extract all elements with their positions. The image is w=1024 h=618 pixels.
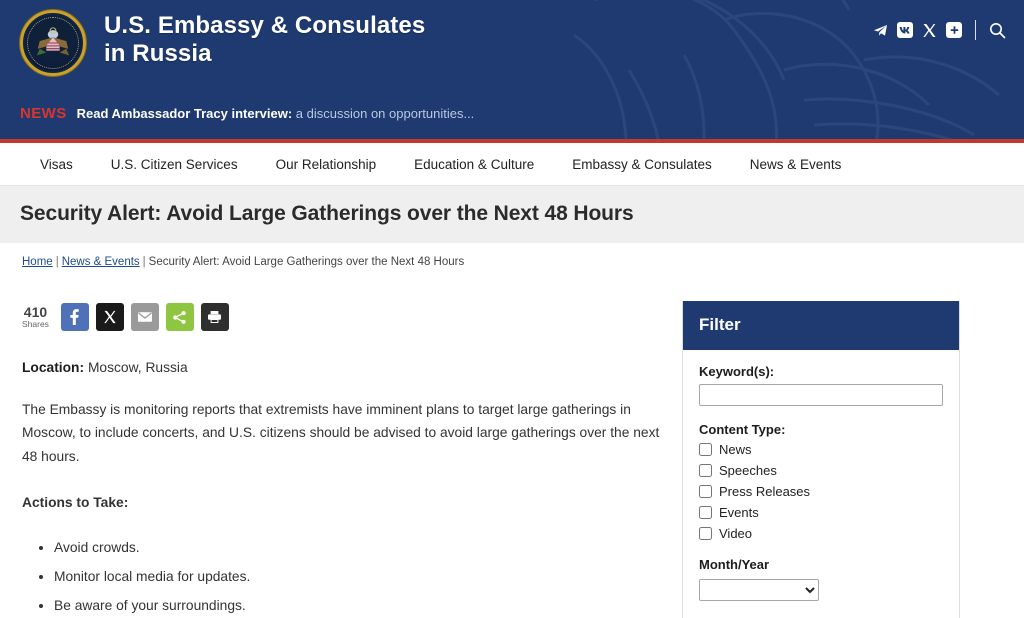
share-counter: 410 Shares xyxy=(22,305,49,329)
social-links xyxy=(873,20,1006,40)
content-type-label: Content Type: xyxy=(699,422,786,437)
breadcrumb-current: Security Alert: Avoid Large Gatherings o… xyxy=(148,256,465,268)
vk-icon[interactable] xyxy=(897,22,913,38)
keyword-label: Keyword(s): xyxy=(699,364,775,379)
checkbox-news-label: News xyxy=(719,442,752,457)
content-area: 410 Shares Location: Moscow, Russia The … xyxy=(0,268,1024,618)
article-location: Location: Moscow, Russia xyxy=(22,356,662,380)
nav-item-embassy-consulates[interactable]: Embassy & Consulates xyxy=(572,157,712,172)
news-tag-label: NEWS xyxy=(20,105,67,122)
actions-heading: Actions to Take: xyxy=(22,494,129,510)
checkbox-press-releases-label: Press Releases xyxy=(719,484,811,499)
article-body-paragraph: The Embassy is monitoring reports that e… xyxy=(22,401,660,465)
news-subtext: a discussion on opportunities... xyxy=(295,106,475,121)
location-value: Moscow, Russia xyxy=(87,360,188,375)
share-email-button[interactable] xyxy=(130,303,159,331)
checkbox-press-releases-input[interactable] xyxy=(699,485,712,498)
page-title: Security Alert: Avoid Large Gatherings o… xyxy=(20,202,634,225)
header-brand-area: U.S. Embassy & Consulates in Russia xyxy=(0,0,1024,76)
great-seal-icon xyxy=(20,10,86,76)
breadcrumb: Home | News & Events | Security Alert: Avoid… xyxy=(0,243,1024,268)
nav-item-our-relationship[interactable]: Our Relationship xyxy=(276,157,377,172)
month-year-select[interactable] xyxy=(699,579,819,601)
checkbox-events[interactable]: Events xyxy=(699,505,943,520)
checkbox-video[interactable]: Video xyxy=(699,526,943,541)
checkbox-speeches[interactable]: Speeches xyxy=(699,463,943,478)
article-column: 410 Shares Location: Moscow, Russia The … xyxy=(22,268,662,618)
checkbox-news-input[interactable] xyxy=(699,443,712,456)
location-label: Location: xyxy=(22,360,85,375)
breadcrumb-separator-2: | xyxy=(142,256,146,268)
checkbox-news[interactable]: News xyxy=(699,442,943,457)
nav-item-news-events[interactable]: News & Events xyxy=(750,157,842,172)
breadcrumb-section-link[interactable]: News & Events xyxy=(62,256,140,268)
checkbox-speeches-label: Speeches xyxy=(719,463,777,478)
sidebar-column: Filter Keyword(s): Content Type: News Sp… xyxy=(682,268,960,618)
filter-panel-body: Keyword(s): Content Type: News Speeches … xyxy=(683,350,959,618)
share-facebook-button[interactable] xyxy=(60,303,89,331)
page-title-band: Security Alert: Avoid Large Gatherings o… xyxy=(0,186,1024,243)
filter-panel-title: Filter xyxy=(683,301,959,350)
keyword-input[interactable] xyxy=(699,384,943,406)
nav-item-education-culture[interactable]: Education & Culture xyxy=(414,157,534,172)
checkbox-events-input[interactable] xyxy=(699,506,712,519)
main-navigation: Visas U.S. Citizen Services Our Relation… xyxy=(0,143,1024,186)
checkbox-events-label: Events xyxy=(719,505,759,520)
share-x-button[interactable] xyxy=(95,303,124,331)
list-item: Avoid crowds. xyxy=(54,537,662,559)
site-brand: U.S. Embassy & Consulates in Russia xyxy=(104,8,425,69)
share-bar: 410 Shares xyxy=(22,303,662,331)
list-item: Be aware of your surroundings. xyxy=(54,595,662,617)
checkbox-press-releases[interactable]: Press Releases xyxy=(699,484,943,499)
checkbox-video-input[interactable] xyxy=(699,527,712,540)
checkbox-video-label: Video xyxy=(719,526,753,541)
actions-list: Avoid crowds. Monitor local media for up… xyxy=(22,537,662,617)
header-divider xyxy=(975,20,976,40)
filter-panel: Filter Keyword(s): Content Type: News Sp… xyxy=(682,301,960,618)
search-icon[interactable] xyxy=(989,22,1006,39)
share-more-button[interactable] xyxy=(165,303,194,331)
telegram-icon[interactable] xyxy=(873,24,888,37)
nav-item-visas[interactable]: Visas xyxy=(40,157,73,172)
print-button[interactable] xyxy=(200,303,229,331)
checkbox-speeches-input[interactable] xyxy=(699,464,712,477)
news-headline: Read Ambassador Tracy interview: xyxy=(76,106,293,121)
news-ticker[interactable]: NEWS Read Ambassador Tracy interview: a … xyxy=(20,105,474,122)
nav-item-citizen-services[interactable]: U.S. Citizen Services xyxy=(111,157,238,172)
month-year-label: Month/Year xyxy=(699,557,770,572)
eagle-glyph-icon xyxy=(36,27,70,56)
more-share-icon[interactable] xyxy=(946,22,962,38)
share-count-label: Shares xyxy=(22,318,49,329)
breadcrumb-separator-1: | xyxy=(55,256,59,268)
brand-line-1: U.S. Embassy & Consulates xyxy=(104,12,426,39)
site-header: U.S. Embassy & Consulates in Russia NEWS… xyxy=(0,0,1024,139)
list-item: Monitor local media for updates. xyxy=(54,566,662,588)
breadcrumb-home-link[interactable]: Home xyxy=(22,256,53,268)
share-count-number: 410 xyxy=(23,304,48,321)
brand-line-2: in Russia xyxy=(104,40,212,68)
x-twitter-icon[interactable] xyxy=(922,23,937,38)
